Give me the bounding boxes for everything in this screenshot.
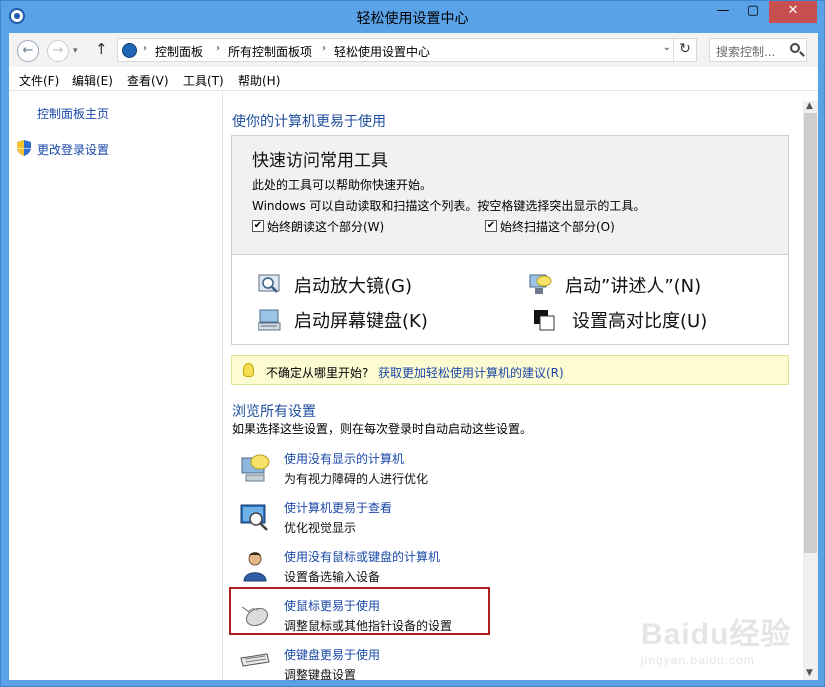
always-read-label[interactable]: 始终朗读这个部分(W) xyxy=(267,218,384,235)
narrator-icon xyxy=(529,274,552,294)
maximize-button[interactable]: ▢ xyxy=(739,1,767,23)
setting-item-no-display[interactable]: 使用没有显示的计算机 为有视力障碍的人进行优化 xyxy=(240,450,540,492)
keyboard-icon xyxy=(240,653,270,667)
scrollbar-thumb[interactable] xyxy=(804,113,817,553)
setting-description: 调整键盘设置 xyxy=(284,668,357,682)
vertical-scrollbar[interactable]: ▲ ▼ xyxy=(803,101,818,680)
recent-pages-dropdown[interactable]: ▾ xyxy=(73,46,78,56)
menu-bar: 文件(F) 编辑(E) 查看(V) 工具(T) 帮助(H) xyxy=(9,67,818,91)
address-dropdown[interactable]: ⌄ xyxy=(663,42,671,53)
person-icon xyxy=(243,552,267,582)
breadcrumb-ease-of-access[interactable]: 轻松使用设置中心 xyxy=(334,43,430,60)
search-icon[interactable] xyxy=(790,43,800,53)
watermark-url: jingyan.baidu.com xyxy=(641,653,755,667)
start-magnifier-label[interactable]: 启动放大镜(G) xyxy=(294,272,412,298)
menu-file[interactable]: 文件(F) xyxy=(19,72,59,89)
set-high-contrast-label[interactable]: 设置高对比度(U) xyxy=(572,307,707,333)
browse-settings-title: 浏览所有设置 xyxy=(232,404,316,420)
address-bar[interactable]: › 控制面板 › 所有控制面板项 › 轻松使用设置中心 ⌄ xyxy=(117,38,678,62)
change-login-settings-link[interactable]: 更改登录设置 xyxy=(37,141,109,158)
always-scan-checkbox[interactable]: ✔ xyxy=(485,220,497,232)
breadcrumb-separator[interactable]: › xyxy=(322,43,326,54)
high-contrast-icon xyxy=(534,310,555,331)
window-title: 轻松使用设置中心 xyxy=(356,11,469,27)
start-narrator-label[interactable]: 启动”讲述人”(N) xyxy=(565,272,701,298)
magnifier-icon xyxy=(258,274,280,293)
scroll-up-arrow[interactable]: ▲ xyxy=(806,101,813,111)
quick-access-panel: 快速访问常用工具 此处的工具可以帮助你快速开始。 Windows 可以自动读取和… xyxy=(231,135,789,345)
setting-description: 为有视力障碍的人进行优化 xyxy=(284,472,429,486)
setting-description: 设置备选输入设备 xyxy=(284,570,381,584)
tip-bar: 不确定从哪里开始? 获取更加轻松使用计算机的建议(R) xyxy=(231,355,789,385)
control-panel-home-link[interactable]: 控制面板主页 xyxy=(37,105,109,122)
uac-shield-icon xyxy=(17,140,31,156)
get-recommendations-link[interactable]: 获取更加轻松使用计算机的建议(R) xyxy=(378,364,564,381)
breadcrumb-all-items[interactable]: 所有控制面板项 xyxy=(228,43,312,60)
computer-speech-icon xyxy=(241,454,270,482)
breadcrumb-separator[interactable]: › xyxy=(216,43,220,54)
section-title: 使你的计算机更易于使用 xyxy=(232,114,386,130)
setting-link[interactable]: 使用没有显示的计算机 xyxy=(284,450,404,467)
setting-description: 优化视觉显示 xyxy=(284,521,357,535)
content-area: 控制面板主页 更改登录设置 ? 使你的计算机更易于使用 快速访问常用工具 此处的… xyxy=(9,91,818,682)
navigation-bar: ← → ▾ ↑ › 控制面板 › 所有控制面板项 › 轻松使用设置中心 ⌄ ↻ … xyxy=(9,33,818,67)
menu-help[interactable]: 帮助(H) xyxy=(238,72,280,89)
quick-access-description-2: Windows 可以自动读取和扫描这个列表。按空格键选择突出显示的工具。 xyxy=(252,199,646,213)
up-button[interactable]: ↑ xyxy=(95,40,108,58)
browse-settings-description: 如果选择这些设置，则在每次登录时自动启动这些设置。 xyxy=(232,422,533,436)
always-scan-label[interactable]: 始终扫描这个部分(O) xyxy=(500,218,615,235)
search-input[interactable]: 搜索控制... xyxy=(716,43,775,60)
title-bar[interactable]: 轻松使用设置中心 — ▢ ✕ xyxy=(1,1,824,33)
breadcrumb-control-panel[interactable]: 控制面板 xyxy=(155,43,203,60)
quick-access-header: 快速访问常用工具 此处的工具可以帮助你快速开始。 Windows 可以自动读取和… xyxy=(232,136,788,255)
menu-tools[interactable]: 工具(T) xyxy=(183,72,224,89)
on-screen-keyboard-icon xyxy=(258,309,281,331)
quick-access-title: 快速访问常用工具 xyxy=(252,151,388,171)
menu-view[interactable]: 查看(V) xyxy=(127,72,169,89)
forward-button[interactable]: → xyxy=(47,40,69,62)
setting-item-keyboard-easier[interactable]: 使键盘更易于使用 调整键盘设置 xyxy=(240,646,540,687)
setting-link[interactable]: 使计算机更易于查看 xyxy=(284,499,392,516)
close-button[interactable]: ✕ xyxy=(769,1,817,23)
menu-edit[interactable]: 编辑(E) xyxy=(72,72,113,89)
setting-link[interactable]: 使键盘更易于使用 xyxy=(284,646,380,663)
setting-item-easier-to-see[interactable]: 使计算机更易于查看 优化视觉显示 xyxy=(240,499,540,541)
window: 轻松使用设置中心 — ▢ ✕ ← → ▾ ↑ › 控制面板 › 所有控制面板项 … xyxy=(0,0,825,687)
search-box[interactable]: 搜索控制... xyxy=(709,38,807,62)
minimize-button[interactable]: — xyxy=(709,1,737,23)
left-pane: 控制面板主页 更改登录设置 xyxy=(9,91,223,680)
breadcrumb-separator[interactable]: › xyxy=(143,43,147,54)
back-button[interactable]: ← xyxy=(17,40,39,62)
watermark-logo-text: Baidu经验 xyxy=(641,618,792,651)
tip-text: 不确定从哪里开始? xyxy=(266,366,369,380)
baidu-watermark: Baidu经验 jingyan.baidu.com xyxy=(641,601,821,681)
setting-item-no-mouse-keyboard[interactable]: 使用没有鼠标或键盘的计算机 设置备选输入设备 xyxy=(240,548,540,590)
start-on-screen-keyboard-label[interactable]: 启动屏幕键盘(K) xyxy=(294,307,428,333)
main-pane: 使你的计算机更易于使用 快速访问常用工具 此处的工具可以帮助你快速开始。 Win… xyxy=(224,91,800,682)
control-panel-icon xyxy=(122,43,137,58)
highlight-box xyxy=(229,587,490,635)
quick-access-description: 此处的工具可以帮助你快速开始。 xyxy=(252,178,433,192)
setting-link[interactable]: 使用没有鼠标或键盘的计算机 xyxy=(284,548,440,565)
light-bulb-icon xyxy=(243,363,254,377)
always-read-checkbox[interactable]: ✔ xyxy=(252,220,264,232)
display-magnify-icon xyxy=(240,504,268,531)
refresh-button[interactable]: ↻ xyxy=(673,38,697,62)
